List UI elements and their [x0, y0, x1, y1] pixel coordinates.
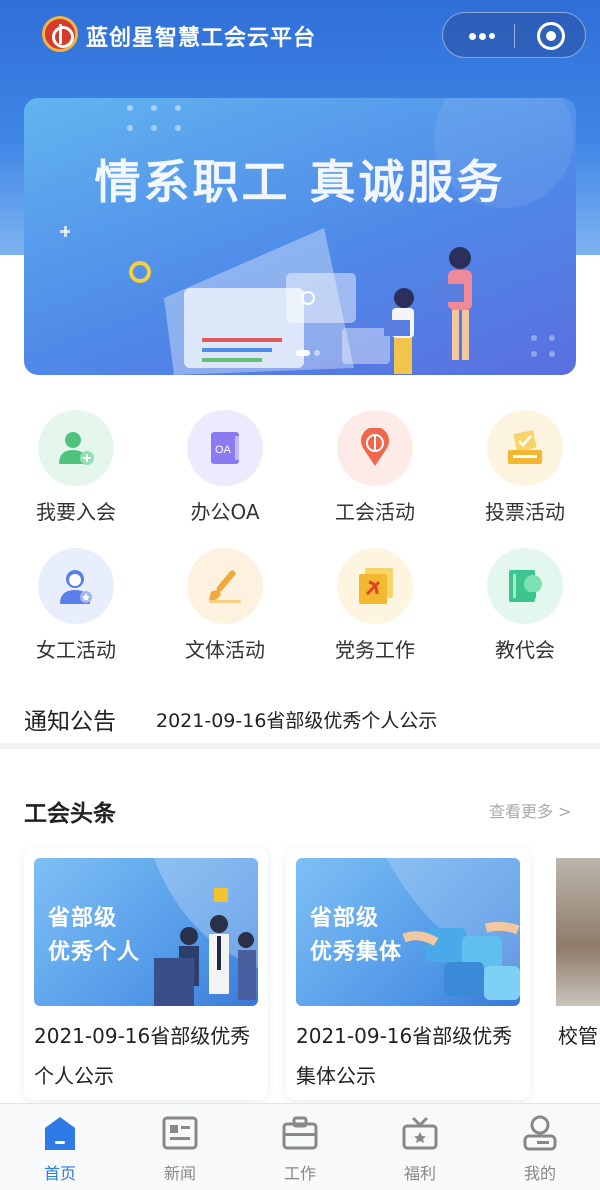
- grid-item-teachers-congress[interactable]: 教代会: [465, 548, 585, 668]
- card-title: 2021-09-16省部级优秀集体公示: [296, 1024, 513, 1088]
- female-worker-icon: [38, 548, 114, 624]
- section-title: 工会头条: [24, 801, 116, 827]
- grid-label: 党务工作: [335, 638, 415, 662]
- tab-label: 工作: [283, 1164, 316, 1183]
- card-image: 省部级 优秀集体: [296, 858, 520, 1006]
- grid-label: 教代会: [495, 638, 555, 662]
- section-divider: [0, 743, 600, 749]
- grid-item-office-oa[interactable]: OA 办公OA: [165, 410, 285, 530]
- see-more-link[interactable]: 查看更多 >: [489, 798, 572, 822]
- banner-carousel[interactable]: 情系职工 真诚服务: [24, 98, 576, 375]
- mini-program-capsule: [442, 12, 586, 58]
- svg-text:OA: OA: [215, 444, 232, 456]
- headline-card-partial[interactable]: 校管: [546, 848, 600, 1100]
- tab-label: 首页: [43, 1164, 76, 1183]
- grid-item-female-workers[interactable]: 女工活动: [16, 548, 136, 668]
- more-dots-icon[interactable]: [463, 21, 503, 51]
- card-image-text: 优秀集体: [310, 940, 403, 965]
- grid-label: 女工活动: [36, 638, 116, 662]
- tab-welfare[interactable]: 福利: [360, 1110, 480, 1186]
- news-icon: [162, 1116, 198, 1150]
- user-icon: [523, 1115, 557, 1151]
- grid-item-union-activity[interactable]: 工会活动: [315, 410, 435, 530]
- card-image-text: 省部级: [48, 906, 118, 931]
- app-header: 蓝创星智慧工会云平台: [0, 0, 600, 72]
- close-circle-icon[interactable]: [537, 22, 565, 50]
- gift-box-icon: [402, 1116, 438, 1150]
- briefcase-icon: [282, 1116, 318, 1150]
- banner-illustration: [60, 98, 574, 375]
- tab-work[interactable]: 工作: [240, 1110, 360, 1186]
- card-title: 校管: [558, 1024, 598, 1048]
- card-image-text: 省部级: [310, 906, 380, 931]
- grid-label: 投票活动: [485, 500, 565, 524]
- grid-item-party-affairs[interactable]: 党务工作: [315, 548, 435, 668]
- grid-label: 我要入会: [36, 500, 116, 524]
- notice-text[interactable]: 2021-09-16省部级优秀个人公示: [156, 706, 437, 733]
- union-emblem-icon: [42, 16, 78, 52]
- tab-mine[interactable]: 我的: [480, 1110, 600, 1186]
- paint-brush-icon: [187, 548, 263, 624]
- grid-item-culture-sports[interactable]: 文体活动: [165, 548, 285, 668]
- lightbulb-book-icon: [487, 548, 563, 624]
- headline-card[interactable]: 省部级 优秀集体 2021-09-16省部级优秀集体公示: [286, 848, 530, 1100]
- tab-home[interactable]: 首页: [0, 1110, 120, 1186]
- grid-label: 办公OA: [190, 500, 260, 524]
- card-image: [556, 858, 600, 1006]
- grid-label: 文体活动: [185, 638, 265, 662]
- card-image-text: 优秀个人: [48, 940, 141, 965]
- party-flag-icon: [337, 548, 413, 624]
- card-title: 2021-09-16省部级优秀个人公示: [34, 1024, 251, 1088]
- headline-card[interactable]: 省部级 优秀个人 2021-09-16省部级优秀个人公示: [24, 848, 268, 1100]
- grid-item-join-union[interactable]: 我要入会: [16, 410, 136, 530]
- notice-bar[interactable]: 通知公告 2021-09-16省部级优秀个人公示: [0, 700, 600, 742]
- app-title: 蓝创星智慧工会云平台: [86, 26, 317, 51]
- tab-label: 我的: [523, 1164, 556, 1183]
- add-member-icon: [38, 410, 114, 486]
- union-location-icon: [337, 410, 413, 486]
- banner-headline: 情系职工 真诚服务: [94, 155, 506, 209]
- ballot-box-icon: [487, 410, 563, 486]
- notice-label: 通知公告: [24, 709, 116, 735]
- tab-label: 福利: [403, 1164, 436, 1183]
- card-image: 省部级 优秀个人: [34, 858, 258, 1006]
- tab-news[interactable]: 新闻: [120, 1110, 240, 1186]
- bottom-tab-bar: 首页 新闻 工作 福利 我的: [0, 1103, 600, 1190]
- oa-book-icon: OA: [187, 410, 263, 486]
- grid-item-vote-activity[interactable]: 投票活动: [465, 410, 585, 530]
- home-icon: [45, 1117, 75, 1150]
- tab-label: 新闻: [163, 1164, 196, 1183]
- capsule-divider: [514, 24, 515, 48]
- grid-label: 工会活动: [335, 500, 415, 524]
